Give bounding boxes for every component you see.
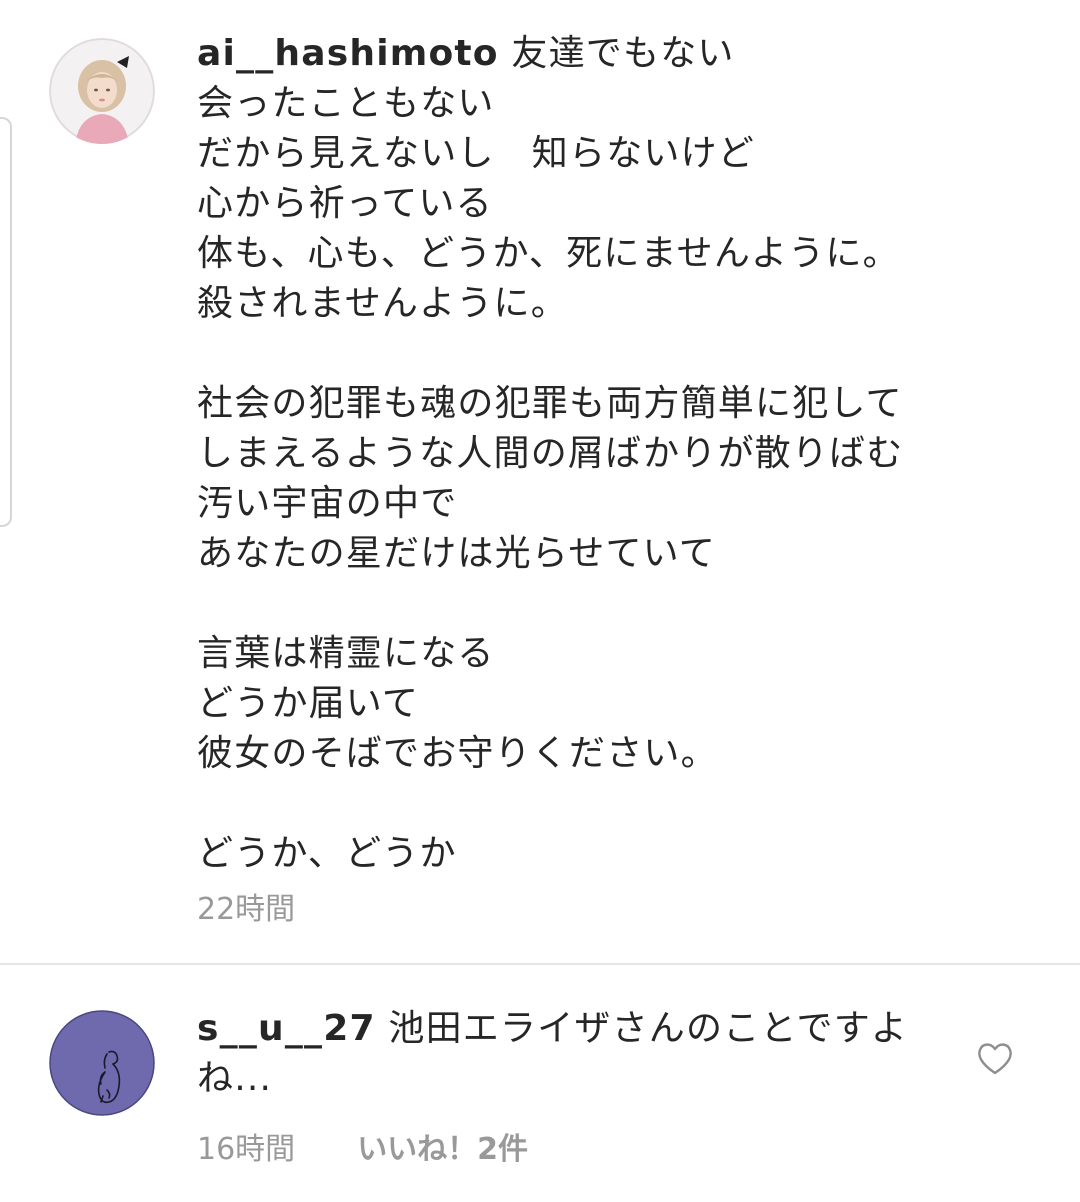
comment-first-line: 池田エライザさんのことですよ: [375, 1008, 909, 1049]
comment-text: ai__hashimoto 友達でもない 会ったこともない だから見えないし 知…: [197, 29, 903, 879]
comment-body: ね...: [197, 1058, 273, 1099]
user-illustration-icon: [49, 1010, 155, 1116]
comment-username[interactable]: s__u__27: [197, 1008, 376, 1049]
comment-text: s__u__27 池田エライザさんのことですよ ね...: [197, 1004, 908, 1104]
user-photo-icon: [49, 38, 155, 144]
comment-meta: 16時間 いいね！2件: [197, 1124, 528, 1168]
comment-timestamp: 16時間: [197, 1132, 296, 1167]
likes-count-link[interactable]: いいね！2件: [357, 1124, 528, 1168]
divider: [0, 963, 1080, 965]
comment-username[interactable]: ai__hashimoto: [197, 33, 499, 74]
comment-body: 会ったこともない だから見えないし 知らないけど 心から祈っている 体も、心も、…: [197, 83, 904, 874]
comment-timestamp: 22時間: [197, 892, 296, 927]
heart-outline-icon: [978, 1043, 1012, 1075]
scroll-indicator: [0, 117, 12, 527]
comment-meta: 22時間: [197, 884, 295, 928]
avatar[interactable]: [49, 1010, 155, 1116]
avatar[interactable]: [49, 38, 155, 144]
comment-first-line: 友達でもない: [498, 33, 735, 74]
like-button[interactable]: [976, 1040, 1014, 1076]
